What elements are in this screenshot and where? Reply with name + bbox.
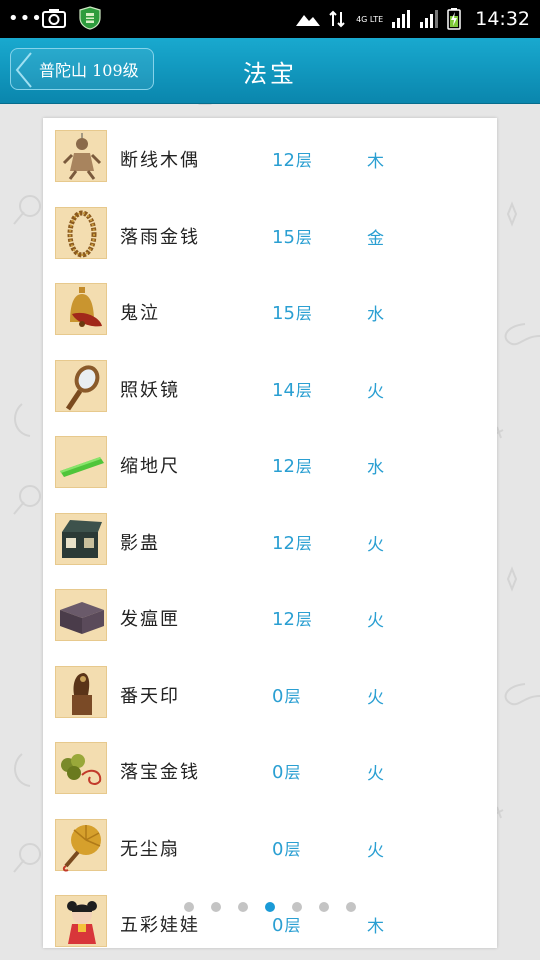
item-level: 0层	[272, 685, 301, 707]
item-name: 落雨金钱	[120, 226, 200, 248]
page-dot[interactable]	[184, 902, 194, 912]
item-element: 木	[367, 152, 384, 172]
item-name: 鬼泣	[120, 303, 160, 324]
item-level: 0层	[272, 838, 301, 860]
mirror-icon	[55, 359, 107, 412]
list-item[interactable]: 无尘扇 0层 火	[43, 807, 497, 884]
list-item[interactable]: 五彩娃娃 0层 木	[43, 883, 497, 948]
battery-charging-icon	[447, 8, 461, 30]
item-name: 发瘟匣	[120, 609, 180, 630]
coins-icon	[55, 742, 107, 794]
screenshot-icon	[42, 9, 66, 28]
coin-string-icon	[55, 206, 107, 259]
item-name: 无尘扇	[120, 838, 180, 860]
item-level: 0层	[272, 915, 301, 936]
list-item[interactable]: 影蛊 12层 火	[43, 501, 497, 578]
item-name: 缩地尺	[120, 456, 180, 477]
ruler-icon	[55, 436, 107, 488]
item-element: 火	[367, 764, 384, 784]
bell-icon	[55, 283, 107, 335]
item-name: 番天印	[120, 685, 180, 707]
item-element: 金	[367, 228, 384, 249]
list-item[interactable]: 断线木偶 12层 木	[43, 118, 497, 195]
item-name: 五彩娃娃	[120, 915, 200, 936]
item-level: 15层	[272, 226, 312, 248]
signal-strength-icon-1	[392, 10, 411, 28]
list-item[interactable]: 发瘟匣 12层 火	[43, 577, 497, 654]
item-element: 水	[367, 305, 384, 325]
more-notifications-icon: •••	[8, 8, 43, 29]
item-level: 12层	[272, 150, 312, 171]
page-dot[interactable]	[265, 902, 275, 912]
item-name: 断线木偶	[120, 150, 200, 171]
item-name: 落宝金钱	[120, 762, 200, 783]
clock: 14:32	[475, 8, 530, 30]
treasure-list-card: 断线木偶 12层 木 落雨金钱 15层 金 鬼泣 15层 水 照妖镜 14层 火…	[43, 118, 497, 948]
item-level: 12层	[272, 456, 312, 477]
page-indicator[interactable]	[0, 902, 540, 912]
signal-strength-icon-2	[420, 10, 439, 28]
puppet-icon	[55, 130, 107, 182]
status-bar: ••• 4G LTE 14:32	[0, 0, 540, 38]
item-element: 木	[367, 917, 384, 937]
app-header: 普陀山 109级 法宝	[0, 38, 540, 104]
list-item[interactable]: 鬼泣 15层 水	[43, 271, 497, 348]
item-element: 火	[367, 840, 384, 861]
page-dot[interactable]	[238, 902, 248, 912]
item-name: 照妖镜	[120, 379, 180, 401]
network-type: 4G LTE	[356, 14, 384, 24]
chest-icon	[55, 589, 107, 641]
security-shield-icon	[79, 6, 101, 30]
list-item[interactable]: 缩地尺 12层 水	[43, 424, 497, 501]
item-level: 0层	[272, 762, 301, 783]
fan-icon	[55, 818, 107, 871]
item-element: 火	[367, 381, 384, 402]
seal-icon	[55, 665, 107, 718]
page-title: 法宝	[243, 60, 297, 88]
page-dot[interactable]	[211, 902, 221, 912]
page-dot[interactable]	[346, 902, 356, 912]
wifi-signal-icon	[296, 15, 321, 26]
item-name: 影蛊	[120, 532, 160, 554]
item-element: 火	[367, 534, 384, 555]
box-icon	[55, 512, 107, 565]
list-item[interactable]: 照妖镜 14层 火	[43, 348, 497, 425]
page-dot[interactable]	[292, 902, 302, 912]
item-level: 12层	[272, 609, 312, 630]
treasure-list: 断线木偶 12层 木 落雨金钱 15层 金 鬼泣 15层 水 照妖镜 14层 火…	[43, 118, 497, 948]
list-item[interactable]: 番天印 0层 火	[43, 654, 497, 731]
item-level: 14层	[272, 379, 312, 401]
list-item[interactable]: 落宝金钱 0层 火	[43, 730, 497, 807]
list-item[interactable]: 落雨金钱 15层 金	[43, 195, 497, 272]
data-transfer-icon	[329, 10, 345, 28]
item-element: 火	[367, 611, 384, 631]
item-element: 火	[367, 687, 384, 708]
item-element: 水	[367, 458, 384, 478]
page-dot[interactable]	[319, 902, 329, 912]
item-level: 12层	[272, 532, 312, 554]
item-level: 15层	[272, 303, 312, 324]
